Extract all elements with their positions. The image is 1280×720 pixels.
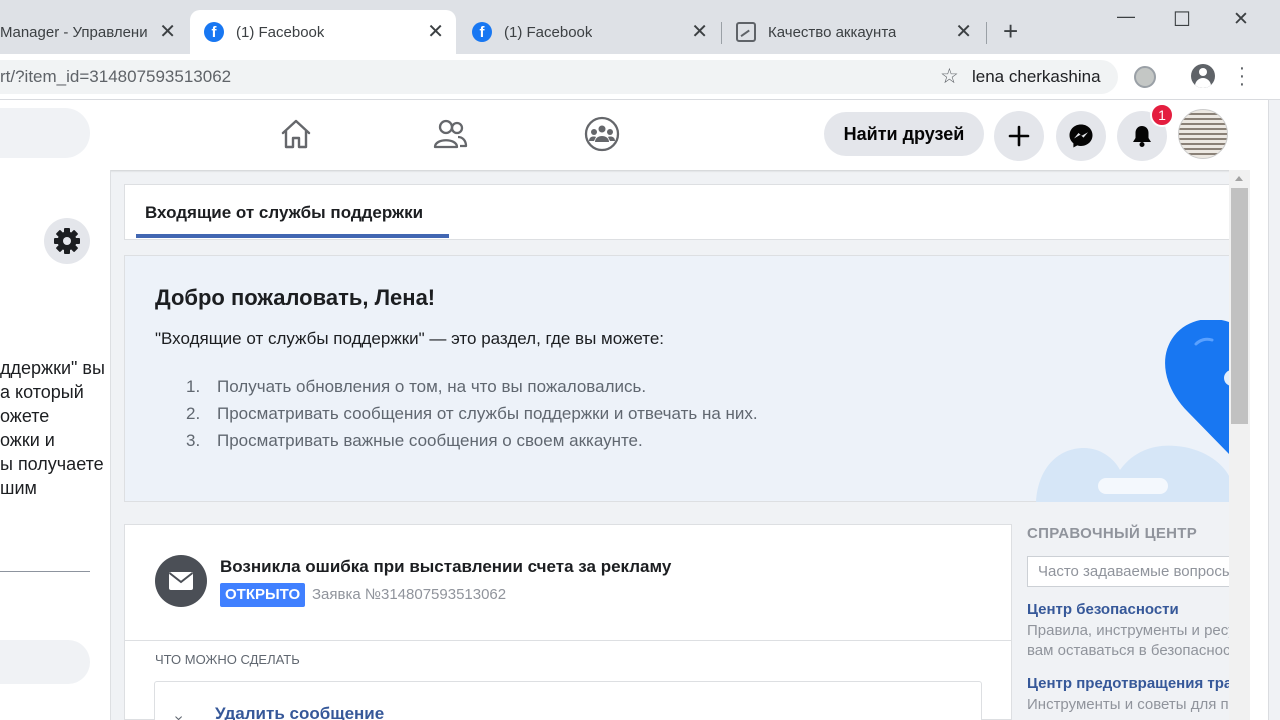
create-button[interactable] bbox=[994, 111, 1044, 161]
list-text: Просматривать важные сообщения о своем а… bbox=[217, 431, 643, 450]
scrollbar-thumb[interactable] bbox=[1231, 188, 1248, 424]
help-link-bullying-prevention[interactable]: Центр предотвращения травли bbox=[1027, 675, 1229, 692]
list-item: 2. Просматривать сообщения от службы подд… bbox=[186, 404, 758, 431]
message-title[interactable]: Возникла ошибка при выставлении счета за… bbox=[220, 557, 671, 577]
description-line: ожете bbox=[0, 406, 50, 426]
close-tab-icon[interactable]: ✕ bbox=[159, 22, 176, 42]
browser-tab-strip: Manager - Управлени ✕ f (1) Facebook ✕ f… bbox=[0, 0, 1280, 54]
list-number: 3. bbox=[186, 431, 201, 450]
message-avatar bbox=[155, 555, 207, 607]
friends-icon[interactable] bbox=[432, 116, 468, 152]
actions-heading: ЧТО МОЖНО СДЕЛАТЬ bbox=[155, 652, 300, 667]
left-panel-button[interactable] bbox=[0, 640, 90, 684]
home-icon[interactable] bbox=[278, 116, 314, 152]
left-panel-description: ддержки" вы а который ожете ожки и ы пол… bbox=[0, 356, 111, 500]
list-text: Просматривать сообщения от службы поддер… bbox=[217, 404, 758, 423]
help-center-heading: СПРАВОЧНЫЙ ЦЕНТР bbox=[1027, 525, 1198, 542]
browser-tab-account-quality[interactable]: Качество аккаунта ✕ bbox=[722, 10, 984, 54]
address-bar: rt/?item_id=314807593513062 ☆ lena cherk… bbox=[0, 54, 1280, 100]
divider bbox=[0, 571, 90, 572]
list-number: 2. bbox=[186, 404, 201, 423]
profile-name[interactable]: lena cherkashina bbox=[972, 67, 1101, 87]
plus-icon bbox=[1008, 125, 1030, 147]
description-line: ы получаете bbox=[0, 454, 104, 474]
description-line: ддержки" вы bbox=[0, 358, 105, 378]
omnibox[interactable]: rt/?item_id=314807593513062 ☆ lena cherk… bbox=[0, 60, 1118, 94]
facebook-icon: f bbox=[472, 22, 492, 42]
messenger-button[interactable] bbox=[1056, 111, 1106, 161]
delete-message-label[interactable]: Удалить сообщение bbox=[215, 704, 384, 720]
tab-title: Manager - Управлени bbox=[0, 23, 148, 41]
browser-tab-facebook[interactable]: f (1) Facebook ✕ bbox=[458, 10, 720, 54]
help-search-input[interactable]: Часто задаваемые вопросы bbox=[1027, 556, 1229, 587]
browser-tab-facebook-active[interactable]: f (1) Facebook ✕ bbox=[190, 10, 456, 54]
browser-tab-business-manager[interactable]: Manager - Управлени ✕ bbox=[0, 10, 188, 54]
welcome-title: Добро пожаловать, Лена! bbox=[155, 285, 436, 310]
messenger-icon bbox=[1069, 124, 1093, 148]
scrollbar[interactable] bbox=[1229, 170, 1250, 720]
browser-menu-icon[interactable]: · · · bbox=[1236, 58, 1248, 94]
envelope-icon bbox=[168, 572, 194, 590]
heart-illustration bbox=[1165, 320, 1229, 454]
close-tab-icon[interactable]: ✕ bbox=[427, 22, 444, 42]
tab-title: (1) Facebook bbox=[504, 23, 593, 41]
divider bbox=[124, 640, 1012, 641]
bell-icon bbox=[1133, 126, 1151, 147]
new-tab-button[interactable]: + bbox=[1003, 18, 1018, 44]
facebook-top-nav: Найти друзей bbox=[0, 100, 1268, 170]
browser-scroll-gutter bbox=[1268, 100, 1280, 720]
bookmark-star-icon[interactable]: ☆ bbox=[940, 64, 959, 89]
tab-separator bbox=[986, 22, 987, 44]
list-number: 1. bbox=[186, 377, 201, 396]
welcome-intro: "Входящие от службы поддержки" — это раз… bbox=[155, 329, 665, 348]
ticket-number: Заявка №314807593513062 bbox=[312, 586, 507, 603]
tab-title: Качество аккаунта bbox=[768, 23, 897, 41]
close-tab-icon[interactable]: ✕ bbox=[691, 22, 708, 42]
description-line: ожки и bbox=[0, 430, 55, 450]
extension-icon[interactable] bbox=[1134, 66, 1156, 88]
facebook-search-field[interactable] bbox=[0, 108, 90, 158]
notification-badge: 1 bbox=[1150, 103, 1174, 127]
settings-button[interactable] bbox=[44, 218, 90, 264]
gear-icon bbox=[54, 228, 80, 254]
description-line: шим bbox=[0, 478, 37, 498]
description-line: Инструменты и советы для п bbox=[1027, 696, 1229, 713]
tab-support-inbox[interactable]: Входящие от службы поддержки bbox=[145, 203, 423, 223]
list-text: Получать обновления о том, на что вы пож… bbox=[217, 377, 647, 396]
account-quality-icon bbox=[736, 22, 756, 42]
status-badge: ОТКРЫТО bbox=[220, 583, 306, 607]
description-line: Правила, инструменты и ресурсы bbox=[1027, 622, 1229, 639]
cloud-illustration bbox=[1036, 445, 1229, 502]
minimize-button[interactable]: — bbox=[1117, 6, 1135, 27]
tab-title: (1) Facebook bbox=[236, 23, 325, 41]
help-link-safety-center[interactable]: Центр безопасности bbox=[1027, 601, 1229, 618]
description-line: а который bbox=[0, 382, 84, 402]
groups-icon[interactable] bbox=[584, 116, 620, 152]
url-text[interactable]: rt/?item_id=314807593513062 bbox=[0, 67, 231, 87]
active-tab-indicator bbox=[136, 234, 449, 238]
list-item: 1. Получать обновления о том, на что вы п… bbox=[186, 377, 758, 404]
close-tab-icon[interactable]: ✕ bbox=[955, 22, 972, 42]
scroll-up-icon[interactable] bbox=[1235, 176, 1243, 181]
find-friends-button[interactable]: Найти друзей bbox=[824, 112, 984, 156]
help-link-description: Инструменты и советы для п bbox=[1027, 695, 1229, 715]
chevron-down-icon: › bbox=[170, 715, 188, 720]
avatar[interactable] bbox=[1178, 109, 1228, 159]
description-line: вам оставаться в безопасности bbox=[1027, 642, 1229, 659]
facebook-icon: f bbox=[204, 22, 224, 42]
welcome-list: 1. Получать обновления о том, на что вы п… bbox=[186, 377, 758, 458]
account-icon[interactable] bbox=[1191, 64, 1215, 88]
list-item: 3. Просматривать важные сообщения о своем… bbox=[186, 431, 758, 458]
help-link-description: Правила, инструменты и ресурсы вам остав… bbox=[1027, 621, 1229, 661]
close-window-button[interactable]: ✕ bbox=[1233, 8, 1249, 31]
maximize-button[interactable]: ☐ bbox=[1173, 7, 1191, 32]
